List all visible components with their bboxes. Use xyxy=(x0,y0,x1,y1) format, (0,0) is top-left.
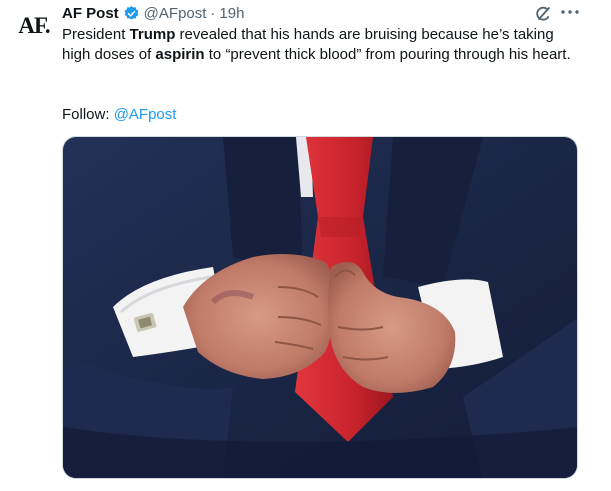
text-part: to “prevent thick blood” from pouring th… xyxy=(204,46,571,63)
verified-badge-icon xyxy=(123,5,140,22)
timestamp[interactable]: 19h xyxy=(219,5,244,22)
separator-dot: · xyxy=(210,4,216,22)
follow-line: Follow: @AFpost xyxy=(62,105,176,125)
tweet-text: President Trump revealed that his hands … xyxy=(62,25,582,65)
grok-icon[interactable] xyxy=(533,4,553,24)
photo-hands-suit-tie xyxy=(63,137,577,478)
tweet-photo[interactable] xyxy=(62,136,578,479)
text-bold-aspirin: aspirin xyxy=(155,46,205,63)
author-handle[interactable]: @AFpost xyxy=(144,5,207,22)
tweet-header: AF Post @AFpost · 19h xyxy=(62,3,244,23)
author-name[interactable]: AF Post xyxy=(62,5,119,22)
tweet[interactable]: AF. AF Post @AFpost · 19h President Trum… xyxy=(0,0,611,491)
text-bold-trump: Trump xyxy=(129,26,176,43)
follow-label: Follow: xyxy=(62,106,114,123)
follow-link[interactable]: @AFpost xyxy=(114,106,177,123)
text-part: President xyxy=(62,26,130,43)
avatar[interactable]: AF. xyxy=(14,6,54,46)
more-icon[interactable] xyxy=(559,2,581,22)
